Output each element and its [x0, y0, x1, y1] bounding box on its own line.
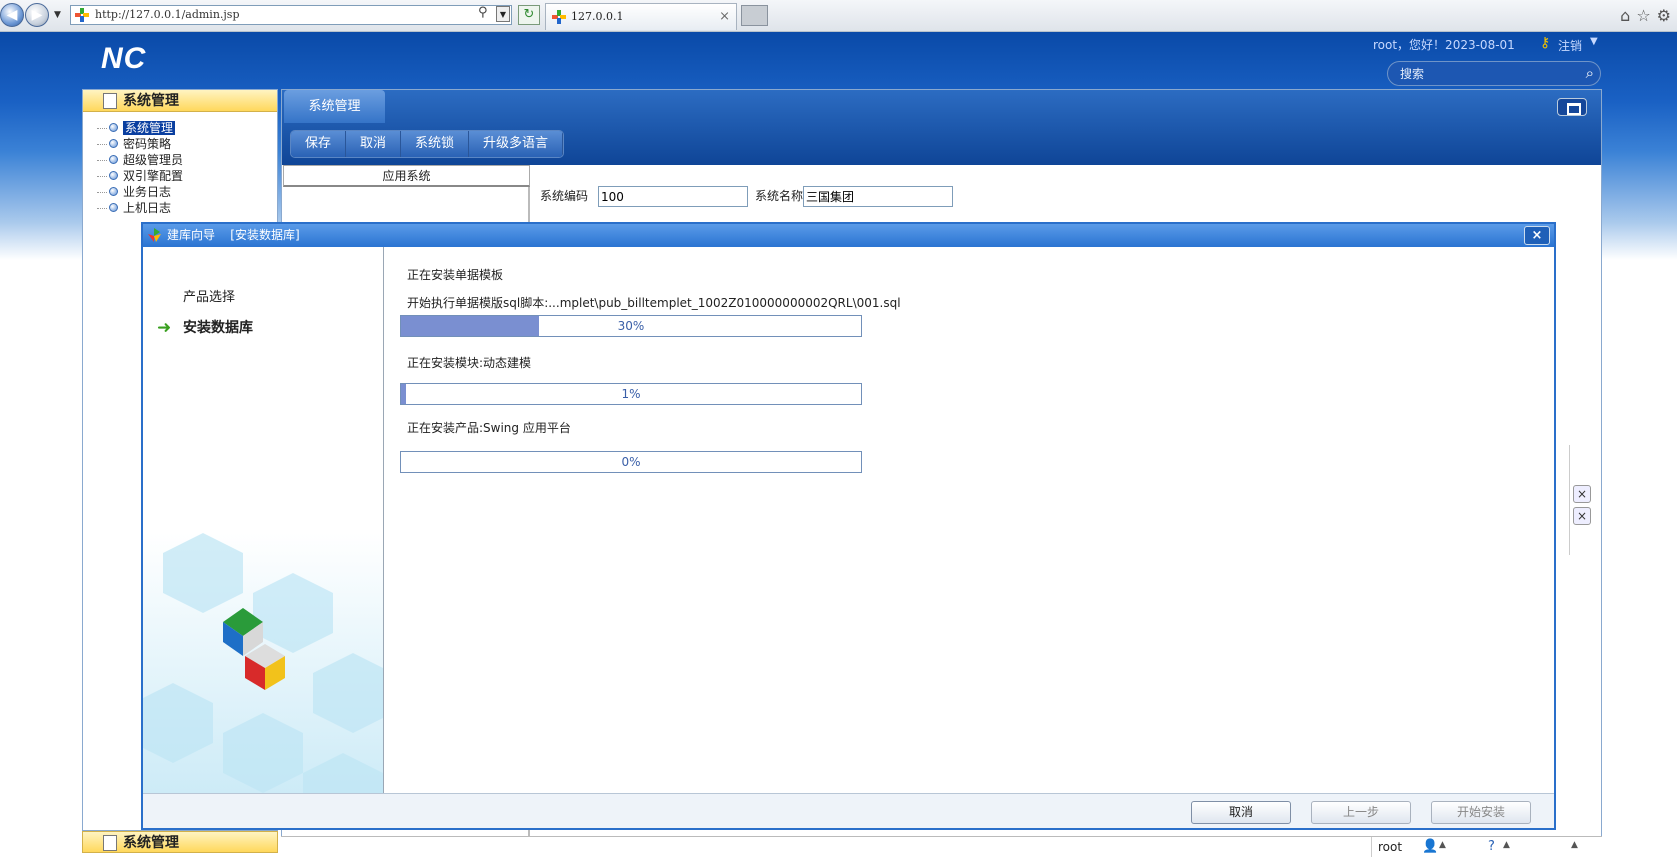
- search-box: ⌕: [1387, 61, 1601, 86]
- help-icon[interactable]: ?: [1488, 839, 1495, 854]
- progress-bar-module: 1%: [400, 383, 862, 405]
- logout-link[interactable]: 注销: [1558, 37, 1582, 54]
- search-input[interactable]: [1400, 65, 1570, 83]
- decorative-cube-logo: [143, 533, 383, 793]
- side-grid: × ×: [1569, 445, 1599, 555]
- maximize-icon[interactable]: [1557, 98, 1587, 116]
- tree-item-dual-engine[interactable]: 双引擎配置: [95, 168, 183, 184]
- node-icon: [109, 187, 118, 196]
- task-2-title: 正在安装模块:动态建模: [407, 356, 532, 370]
- new-tab-button[interactable]: [741, 5, 768, 26]
- tab-close-icon[interactable]: ×: [719, 4, 730, 30]
- tree-item-label: 系统管理: [123, 121, 176, 135]
- refresh-icon[interactable]: ↻: [518, 5, 540, 25]
- progress-text: 1%: [621, 387, 641, 401]
- caret-up-icon[interactable]: ▲: [1503, 840, 1510, 850]
- app-list-header: 应用系统: [283, 165, 530, 187]
- history-dropdown-icon[interactable]: ▼: [54, 10, 61, 20]
- person-icon[interactable]: 👤: [1422, 839, 1438, 854]
- status-user: root: [1371, 837, 1411, 857]
- left-panel-title-text: 系统管理: [123, 93, 179, 109]
- previous-step-button[interactable]: 上一步: [1311, 801, 1411, 824]
- dialog-title-bar[interactable]: 建库向导 [安装数据库] ×: [143, 224, 1554, 247]
- db-wizard-dialog: 建库向导 [安装数据库] × 产品选择 ➜ 安装数据库 正在安装单据模板 开始执…: [141, 222, 1556, 830]
- progress-text: 0%: [621, 455, 641, 469]
- search-icon[interactable]: ⌕: [1586, 64, 1594, 82]
- main-panel-header: 系统管理 保存 取消 系统锁 升级多语言: [282, 90, 1601, 165]
- key-icon: ⚷: [1540, 35, 1551, 51]
- browser-toolbar: ◀ ▶ ▼ http://127.0.0.1/admin.jsp ⚲ ▼ ↻ 1…: [0, 0, 1677, 32]
- system-name-field[interactable]: [803, 186, 953, 207]
- node-icon: [109, 139, 118, 148]
- node-icon: [109, 123, 118, 132]
- tree-item-label: 双引擎配置: [123, 169, 184, 183]
- user-greeting: root，您好！2023-08-01: [1373, 38, 1515, 52]
- left-bottom-title-text: 系统管理: [123, 835, 179, 851]
- save-button[interactable]: 保存: [291, 131, 347, 157]
- tab-favicon-icon: [552, 10, 566, 24]
- site-favicon-icon: [75, 8, 89, 22]
- dialog-footer: 取消 上一步 开始安装: [143, 793, 1554, 828]
- tree-item-business-log[interactable]: 业务日志: [95, 184, 183, 200]
- close-icon[interactable]: ×: [1573, 507, 1591, 525]
- arrow-right-icon: ➜: [157, 318, 172, 338]
- step-install-database: ➜ 安装数据库: [157, 317, 253, 338]
- step-label: 产品选择: [183, 290, 236, 305]
- upgrade-multilang-button[interactable]: 升级多语言: [469, 131, 564, 157]
- dialog-title: 建库向导 [安装数据库]: [167, 228, 300, 242]
- status-bar: root 👤 ▲ ? ▲ ▲: [281, 836, 1602, 857]
- tree-item-label: 上机日志: [123, 201, 172, 215]
- step-product-select: 产品选择: [183, 286, 235, 305]
- node-icon: [109, 155, 118, 164]
- wizard-icon: [148, 228, 161, 242]
- address-search-icon[interactable]: ⚲: [478, 5, 488, 20]
- tree-item-label: 业务日志: [123, 185, 172, 199]
- progress-bar-product: 0%: [400, 451, 862, 473]
- progress-text: 30%: [617, 319, 645, 333]
- system-lock-button[interactable]: 系统锁: [401, 131, 470, 157]
- tree-item-super-admin[interactable]: 超级管理员: [95, 152, 183, 168]
- task-1-title: 正在安装单据模板: [407, 268, 504, 282]
- home-favorites-settings-icons[interactable]: ⌂☆⚙: [1620, 6, 1677, 25]
- close-icon[interactable]: ×: [1573, 485, 1591, 503]
- node-icon: [109, 203, 118, 212]
- address-bar[interactable]: http://127.0.0.1/admin.jsp: [70, 5, 512, 25]
- tree-item-system-management[interactable]: 系统管理: [95, 120, 183, 136]
- left-panel-title: 系统管理: [83, 90, 277, 112]
- node-icon: [109, 171, 118, 180]
- back-button[interactable]: ◀: [0, 3, 24, 27]
- system-code-field[interactable]: [598, 186, 748, 207]
- start-install-button[interactable]: 开始安装: [1431, 801, 1531, 824]
- document-icon: [103, 835, 117, 851]
- system-name-label: 系统名称: [755, 189, 804, 203]
- document-icon: [103, 93, 117, 109]
- close-icon[interactable]: ×: [1524, 226, 1550, 245]
- main-toolbar: 保存 取消 系统锁 升级多语言: [290, 130, 565, 158]
- chevron-down-icon[interactable]: ▼: [1590, 36, 1598, 47]
- tree-item-label: 密码策略: [123, 137, 172, 151]
- nc-logo: NC: [101, 42, 147, 75]
- step-label: 安装数据库: [183, 320, 253, 336]
- tree-item-login-log[interactable]: 上机日志: [95, 200, 183, 216]
- tree-item-password-policy[interactable]: 密码策略: [95, 136, 183, 152]
- wizard-steps-panel: 产品选择 ➜ 安装数据库: [143, 247, 384, 793]
- tab-system-management[interactable]: 系统管理: [284, 90, 385, 123]
- tree-item-label: 超级管理员: [123, 153, 184, 167]
- address-text: http://127.0.0.1/admin.jsp: [95, 8, 240, 21]
- browser-tab[interactable]: 127.0.0.1 ×: [545, 3, 737, 30]
- left-panel-bottom-title[interactable]: 系统管理: [82, 831, 278, 853]
- progress-bar-template: 30%: [400, 315, 862, 337]
- forward-button[interactable]: ▶: [25, 3, 49, 27]
- address-dropdown-icon[interactable]: ▼: [496, 6, 510, 22]
- task-1-detail: 开始执行单据模版sql脚本:...mplet\pub_billtemplet_1…: [407, 296, 901, 310]
- wizard-cancel-button[interactable]: 取消: [1191, 801, 1291, 824]
- install-progress-panel: 正在安装单据模板 开始执行单据模版sql脚本:...mplet\pub_bill…: [385, 247, 1554, 793]
- system-code-label: 系统编码: [540, 189, 589, 203]
- cancel-button[interactable]: 取消: [346, 131, 402, 157]
- caret-up-icon[interactable]: ▲: [1439, 840, 1446, 850]
- tab-title: 127.0.0.1: [571, 10, 624, 23]
- task-3-title: 正在安装产品:Swing 应用平台: [407, 421, 571, 435]
- caret-up-icon[interactable]: ▲: [1571, 840, 1578, 850]
- nav-tree: 系统管理 密码策略 超级管理员 双引擎配置 业务日志 上机日志: [95, 120, 183, 216]
